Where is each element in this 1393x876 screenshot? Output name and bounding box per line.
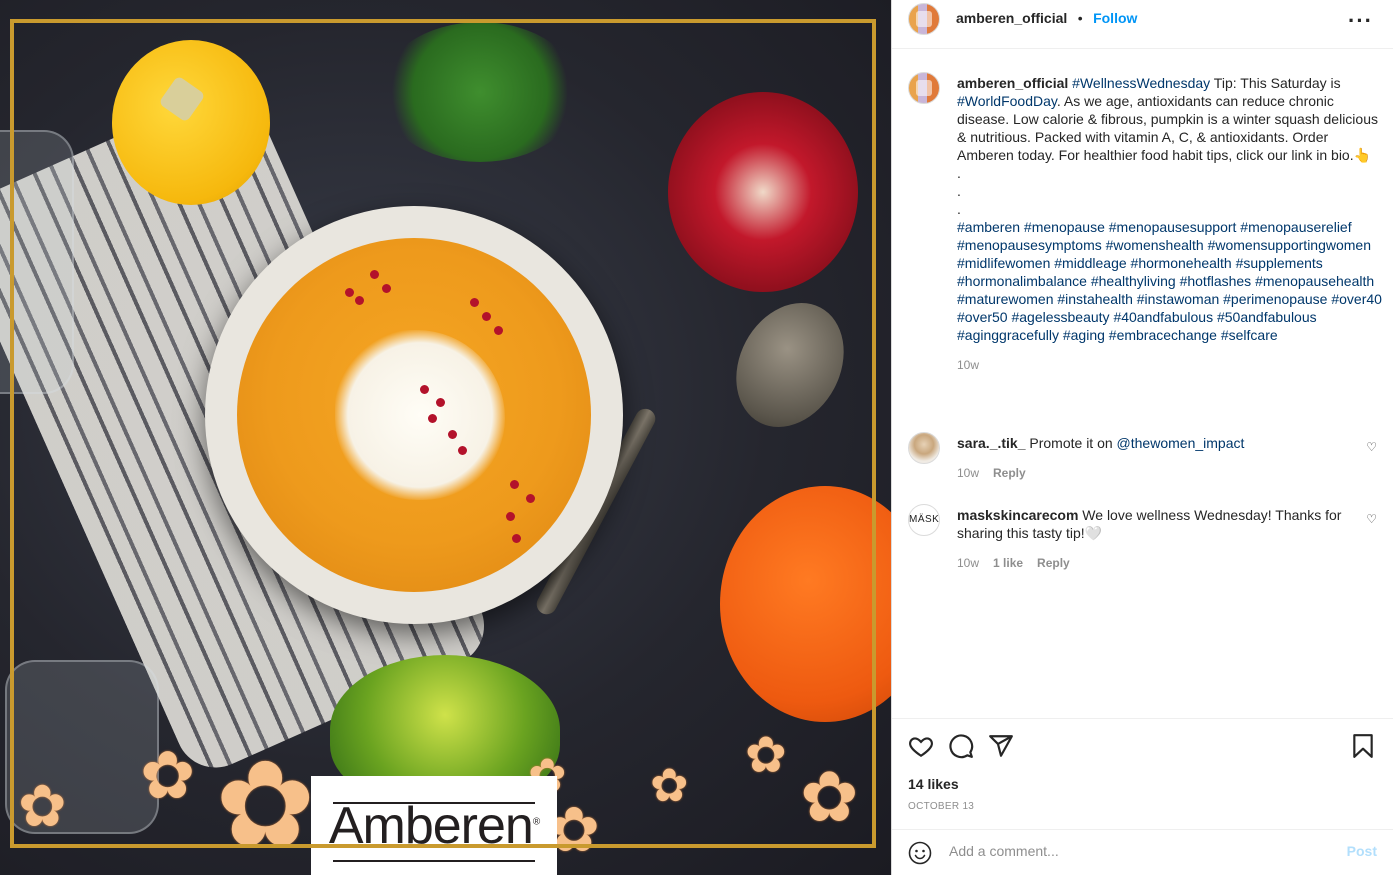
logo-rule-bottom <box>333 860 535 862</box>
comment-meta: 10w 1 like Reply <box>957 554 1352 572</box>
comment-username[interactable]: maskskincarecom <box>957 507 1078 523</box>
instagram-post: ✿ ✿ ✿ ✿ ✿ ✿ ✿ ✿ Amberen® amberen_officia… <box>0 0 1393 875</box>
bookmark-icon[interactable] <box>1350 733 1376 759</box>
post-side-panel: amberen_official • Follow ··· amberen_of… <box>891 0 1393 875</box>
like-comment-heart-icon[interactable]: ♡ <box>1366 512 1377 526</box>
comment: sara._.tik_ Promote it on @thewomen_impa… <box>957 434 1357 482</box>
caption-username[interactable]: amberen_official <box>957 75 1068 91</box>
hashtag-list[interactable]: #amberen #menopause #menopausesupport #m… <box>957 218 1382 344</box>
mask-avatar-text: MÄSK <box>909 514 940 525</box>
caption-text: Tip: This Saturday is <box>1210 75 1341 91</box>
heart-icon[interactable] <box>908 733 934 759</box>
follow-button[interactable]: Follow <box>1093 10 1137 26</box>
hashtag-link[interactable]: #WorldFoodDay <box>957 93 1057 109</box>
comment-likes[interactable]: 1 like <box>993 556 1023 570</box>
comment: maskskincarecom We love wellness Wednesd… <box>957 506 1352 572</box>
like-comment-heart-icon[interactable]: ♡ <box>1366 440 1377 454</box>
post-comment-button[interactable]: Post <box>1347 843 1377 859</box>
author-line: amberen_official • Follow <box>956 10 1137 28</box>
post-date[interactable]: OCTOBER 13 <box>908 801 974 812</box>
more-horizontal-icon[interactable]: ··· <box>1348 8 1373 34</box>
commenter-avatar[interactable] <box>908 432 940 464</box>
gold-frame <box>10 19 876 848</box>
hashtag-link[interactable]: #WellnessWednesday <box>1072 75 1210 91</box>
comment-input[interactable] <box>947 842 1321 860</box>
commenter-avatar[interactable]: MÄSK <box>908 504 940 536</box>
separator-dot: • <box>1077 10 1083 26</box>
likes-count[interactable]: 14 likes <box>908 776 959 792</box>
author-avatar[interactable] <box>908 3 940 35</box>
reply-button[interactable]: Reply <box>993 466 1026 480</box>
post-image[interactable]: ✿ ✿ ✿ ✿ ✿ ✿ ✿ ✿ Amberen® <box>0 0 891 875</box>
caption-dot: . <box>957 201 961 217</box>
comment-timestamp[interactable]: 10w <box>957 466 979 480</box>
caption-avatar[interactable] <box>908 72 940 104</box>
author-username[interactable]: amberen_official <box>956 10 1067 26</box>
mention-link[interactable]: @thewomen_impact <box>1117 435 1245 451</box>
comment-meta: 10w Reply <box>957 464 1357 482</box>
comment-timestamp[interactable]: 10w <box>957 556 979 570</box>
emoji-icon[interactable] <box>908 841 932 865</box>
caption-dot: . <box>957 165 961 181</box>
comment-username[interactable]: sara._.tik_ <box>957 435 1026 451</box>
share-icon[interactable] <box>988 733 1014 759</box>
post-actions: 14 likes OCTOBER 13 <box>892 718 1393 829</box>
comment-icon[interactable] <box>948 733 974 759</box>
caption-dot: . <box>957 183 961 199</box>
comment-text: Promote it on <box>1025 435 1117 451</box>
caption: amberen_official #WellnessWednesday Tip:… <box>957 74 1382 374</box>
post-header: amberen_official • Follow ··· <box>892 0 1393 49</box>
reply-button[interactable]: Reply <box>1037 556 1070 570</box>
comment-composer: Post <box>892 829 1393 876</box>
comments-scroll-area[interactable]: amberen_official #WellnessWednesday Tip:… <box>892 49 1393 717</box>
caption-timestamp[interactable]: 10w <box>957 356 1382 374</box>
